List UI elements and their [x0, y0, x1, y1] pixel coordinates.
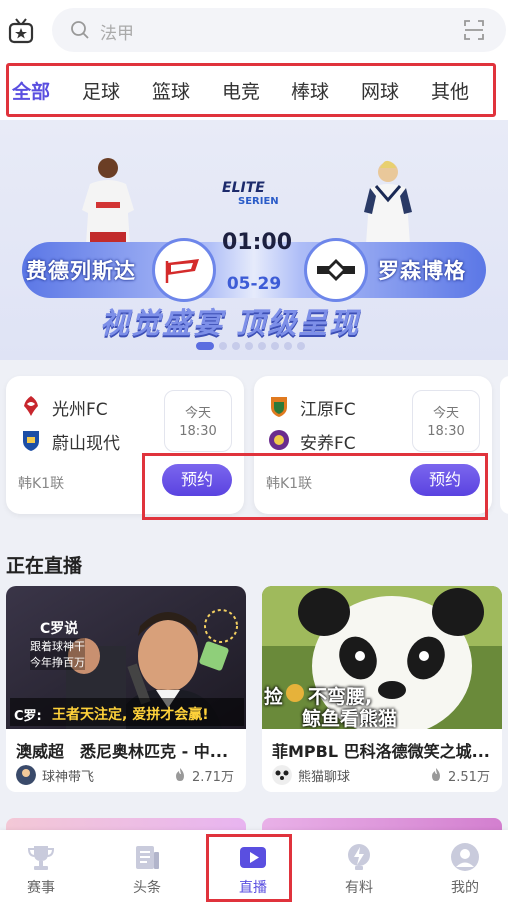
banner-brand-sub: SERIEN	[238, 196, 279, 207]
news-icon	[136, 846, 159, 869]
league-label: 韩K1联	[18, 476, 65, 492]
home-team-name: 光州FC	[52, 400, 108, 420]
kickoff-day: 今天	[432, 406, 459, 421]
coin-bag-icon	[286, 684, 304, 702]
carousel-dot[interactable]	[196, 342, 214, 350]
away-team-name: 蔚山现代	[52, 434, 120, 454]
home-team-name: 江原FC	[300, 400, 356, 420]
kickoff-time-box: 今天 18:30	[412, 390, 480, 452]
nav-label: 赛事	[27, 880, 55, 896]
tv-icon[interactable]	[8, 17, 34, 45]
carousel-dot[interactable]	[245, 342, 253, 350]
home-team-crest-icon	[271, 397, 287, 417]
carousel-dot[interactable]	[271, 342, 279, 350]
bolt-icon	[348, 844, 370, 870]
kickoff-time: 18:30	[179, 424, 217, 439]
live-stream-card[interactable]: C罗说 跟着球神干 今年挣百万 C罗: 王者天注定, 爱拼才会赢! 澳威超 悉尼…	[6, 586, 246, 792]
team-right-name: 罗森博格	[378, 259, 466, 283]
trophy-icon	[27, 846, 55, 870]
team-left-logo	[152, 238, 216, 302]
thumb-label: C罗说	[40, 621, 79, 637]
player-left-image	[82, 158, 134, 244]
carousel-dot[interactable]	[297, 342, 305, 350]
fire-icon	[176, 768, 184, 781]
kickoff-time: 18:30	[427, 424, 465, 439]
nav-label: 我的	[451, 880, 479, 896]
category-tabs: 全部 足球 篮球 电竞 棒球 网球 其他	[0, 62, 508, 120]
match-time: 01:00	[222, 230, 293, 255]
highlight-box	[142, 453, 488, 520]
match-date: 05-29	[226, 274, 282, 294]
thumb-line-1: 跟着球神干	[30, 638, 85, 654]
avatar	[16, 765, 36, 785]
live-thumbnail: C罗说 跟着球神干 今年挣百万 C罗: 王者天注定, 爱拼才会赢!	[6, 586, 246, 729]
team-left-name: 费德列斯达	[26, 259, 136, 283]
thumb-caption: 王者天注定, 爱拼才会赢!	[52, 707, 209, 723]
search-placeholder: 法甲	[100, 24, 134, 44]
thumb-line-1: 捡	[264, 686, 284, 708]
carousel-dot[interactable]	[284, 342, 292, 350]
nav-headlines[interactable]: 头条	[102, 830, 192, 903]
nav-label: 头条	[133, 880, 161, 896]
nav-label: 有料	[345, 880, 373, 896]
view-count: 2.51万	[448, 770, 490, 785]
kickoff-time-box: 今天 18:30	[164, 390, 232, 452]
thumb-line-2: 鲸鱼看熊猫	[302, 708, 398, 729]
view-count: 2.71万	[192, 770, 234, 785]
banner-brand: ELITE	[222, 180, 265, 196]
banner-slogan: 视觉盛宴 顶级呈现	[100, 306, 361, 340]
thumb-line-2: 今年挣百万	[30, 654, 85, 670]
team-right-logo	[304, 238, 368, 302]
profile-icon	[451, 843, 479, 871]
scan-icon[interactable]	[464, 20, 484, 40]
away-team-name: 安养FC	[300, 434, 356, 454]
highlight-box	[206, 834, 292, 902]
live-title: 菲MPBL 巴科洛德微笑之城...	[272, 742, 490, 761]
kickoff-day: 今天	[184, 406, 211, 421]
away-team-crest-icon	[269, 430, 289, 450]
carousel-dot[interactable]	[258, 342, 266, 350]
carousel-dot[interactable]	[219, 342, 227, 350]
nav-insights[interactable]: 有料	[314, 830, 404, 903]
player-right-image	[364, 160, 412, 244]
highlight-box	[6, 63, 496, 117]
search-icon	[71, 21, 89, 39]
fire-icon	[432, 768, 440, 781]
match-card-peek[interactable]	[500, 376, 508, 514]
live-stream-card[interactable]: 捡 不弯腰, 鲸鱼看熊猫 菲MPBL 巴科洛德微笑之城... 熊猫聊球 2.51…	[262, 586, 502, 792]
thumb-caption-prefix: C罗:	[14, 709, 42, 724]
live-author: 球神带飞	[42, 770, 95, 785]
live-author: 熊猫聊球	[298, 770, 351, 785]
live-section-title: 正在直播	[6, 555, 83, 577]
nav-profile[interactable]: 我的	[420, 830, 508, 903]
match-bar: 费德列斯达 01:00 05-29 罗森博格	[22, 230, 486, 302]
avatar	[272, 765, 292, 785]
nav-events[interactable]: 赛事	[0, 830, 86, 903]
live-title: 澳威超 悉尼奥林匹克 - 中...	[16, 742, 229, 761]
live-thumbnail: 捡 不弯腰, 鲸鱼看熊猫	[262, 586, 502, 729]
promo-banner[interactable]: ELITE SERIEN 费德列斯达 01:00 05-29 罗森博格 视觉盛宴…	[0, 120, 508, 360]
top-bar: 法甲	[0, 0, 508, 62]
search-bar[interactable]: 法甲	[52, 8, 506, 52]
carousel-dot[interactable]	[232, 342, 240, 350]
away-team-crest-icon	[23, 431, 39, 451]
home-team-crest-icon	[24, 396, 38, 416]
